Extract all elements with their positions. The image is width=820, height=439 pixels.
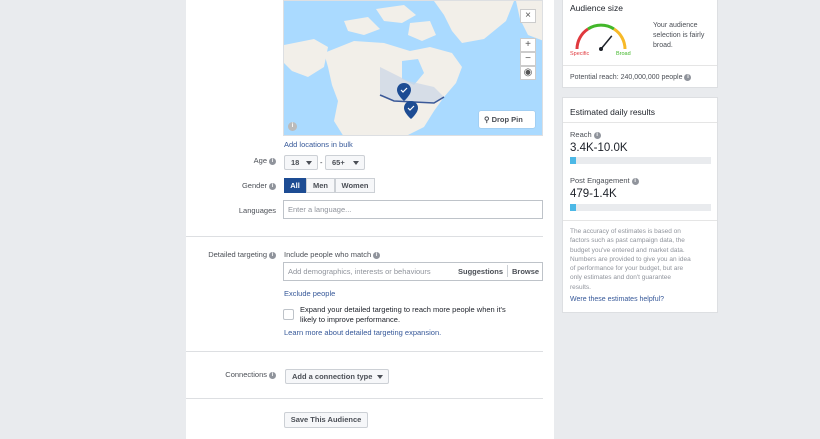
divider	[186, 351, 543, 352]
audience-size-card: Audience size Specific Broad Your audien…	[562, 0, 718, 88]
info-icon: i	[684, 74, 692, 81]
estimated-results-title: Estimated daily results	[570, 107, 656, 117]
reach-value: 3.4K-10.0K	[570, 142, 628, 154]
potential-reach: Potential reach: 240,000,000 people i	[570, 74, 692, 81]
reach-bar-fill	[570, 157, 576, 164]
gender-label: Gender i	[242, 181, 276, 190]
divider	[186, 398, 543, 399]
save-audience-button[interactable]: Save This Audience	[284, 412, 368, 428]
engagement-label: Post Engagement i	[570, 176, 639, 185]
locate-icon[interactable]: ◉	[520, 66, 536, 80]
zoom-in-button[interactable]: +	[520, 38, 536, 52]
info-icon: i	[593, 132, 601, 139]
location-map[interactable]: × + − ◉ i ⚲ Drop Pin	[283, 0, 543, 136]
learn-more-link[interactable]: Learn more about detailed targeting expa…	[284, 328, 441, 337]
age-max-select[interactable]: 65+	[325, 155, 365, 170]
map-close-button[interactable]: ×	[520, 9, 536, 23]
drop-pin-label: Drop Pin	[491, 115, 523, 124]
info-icon: i	[269, 252, 276, 259]
engagement-bar	[570, 204, 711, 211]
age-min-select[interactable]: 18	[284, 155, 318, 170]
engagement-bar-fill	[570, 204, 576, 211]
include-people-label: Include people who match i	[284, 250, 381, 259]
languages-label: Languages	[238, 206, 276, 215]
map-info-icon[interactable]: i	[288, 122, 297, 131]
divider	[186, 236, 543, 237]
gauge-broad-label: Broad	[616, 51, 631, 57]
detailed-targeting-input[interactable]: Add demographics, interests or behaviour…	[283, 262, 543, 281]
detailed-targeting-label: Detailed targeting i	[208, 250, 276, 259]
separator	[507, 265, 508, 277]
expand-targeting-checkbox[interactable]	[283, 309, 294, 320]
reach-bar	[570, 157, 711, 164]
reach-label: Reach i	[570, 130, 601, 139]
gender-men-button[interactable]: Men	[306, 178, 335, 193]
info-icon: i	[269, 158, 276, 165]
zoom-out-button[interactable]: −	[520, 52, 536, 66]
suggestions-button[interactable]: Suggestions	[458, 267, 503, 276]
connections-label: Connections i	[225, 370, 276, 379]
gender-all-button[interactable]: All	[284, 178, 306, 193]
audience-description: Your audience selection is fairly broad.	[653, 22, 705, 49]
info-icon: i	[631, 178, 639, 185]
chevron-down-icon	[306, 161, 312, 165]
gender-women-button[interactable]: Women	[335, 178, 375, 193]
estimates-disclaimer: The accuracy of estimates is based on fa…	[570, 228, 691, 291]
estimates-helpful-link[interactable]: Were these estimates helpful?	[570, 296, 664, 303]
browse-button[interactable]: Browse	[512, 267, 539, 276]
info-icon: i	[269, 372, 276, 379]
add-locations-bulk-link[interactable]: Add locations in bulk	[284, 140, 353, 149]
expand-targeting-text-1: Expand your detailed targeting to reach …	[300, 305, 506, 314]
age-separator: -	[320, 158, 323, 167]
exclude-people-link[interactable]: Exclude people	[284, 289, 335, 298]
language-input[interactable]: Enter a language...	[283, 200, 543, 219]
audience-gauge	[575, 23, 627, 51]
drop-pin-button[interactable]: ⚲ Drop Pin	[479, 111, 535, 128]
age-label: Age i	[254, 156, 276, 165]
chevron-down-icon	[353, 161, 359, 165]
gauge-specific-label: Specific	[570, 51, 590, 57]
expand-targeting-text-2: likely to improve performance.	[300, 315, 401, 324]
estimated-results-card: Estimated daily results Reach i 3.4K-10.0…	[562, 97, 718, 313]
info-icon: i	[269, 183, 276, 190]
info-icon: i	[373, 252, 381, 259]
engagement-value: 479-1.4K	[570, 188, 617, 200]
chevron-down-icon	[377, 375, 383, 379]
connection-type-dropdown[interactable]: Add a connection type	[285, 369, 389, 384]
gauge-needle	[600, 35, 613, 50]
pin-icon: ⚲	[484, 115, 492, 124]
audience-size-title: Audience size	[570, 3, 623, 13]
